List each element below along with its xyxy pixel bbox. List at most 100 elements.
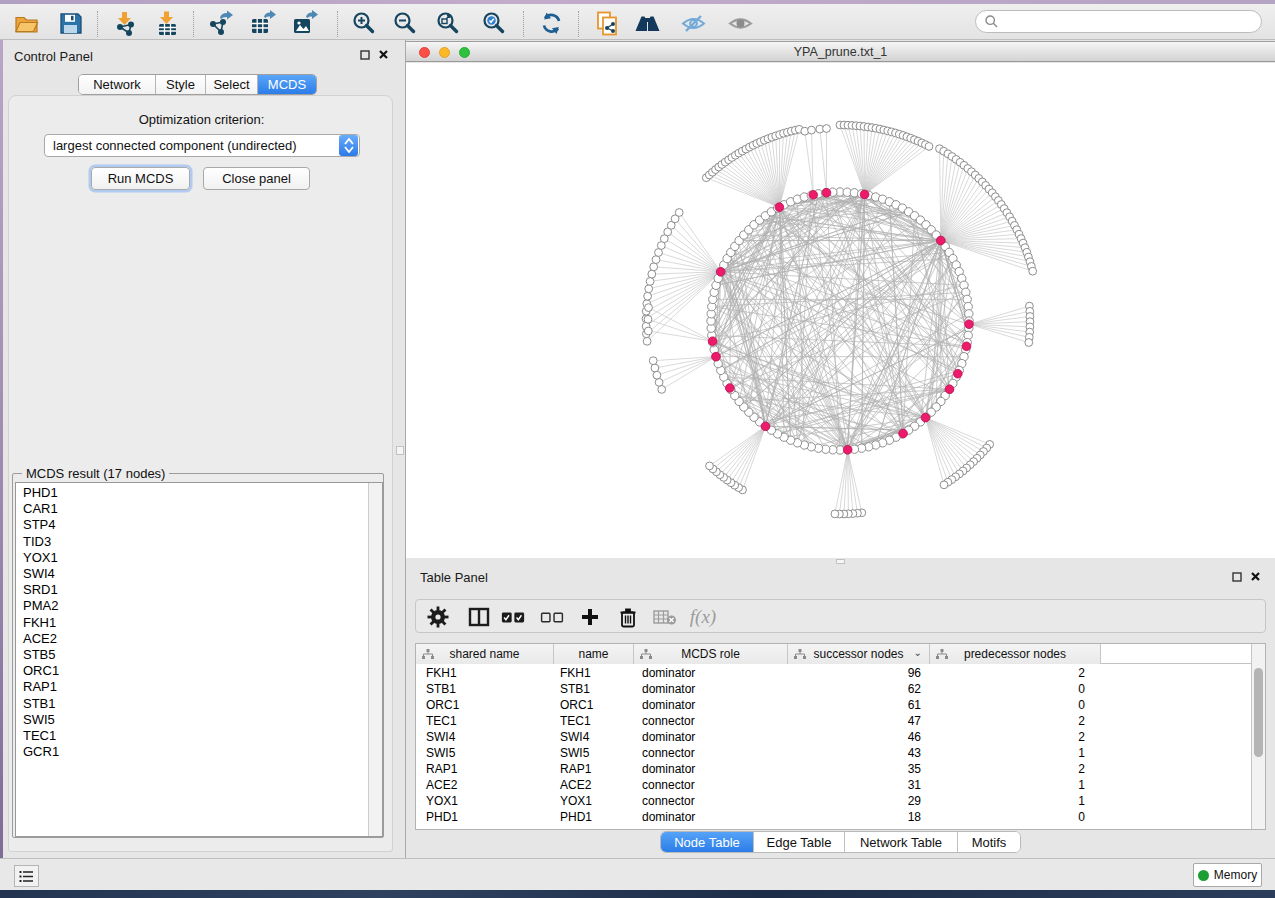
optimization-criterion-select[interactable]: largest connected component (undirected) (44, 134, 360, 157)
table-cell: ORC1 (416, 698, 554, 712)
mcds-result-item[interactable]: STB5 (16, 647, 382, 663)
column-header-MCDS-role[interactable]: MCDS role (634, 644, 788, 664)
network-window-title: YPA_prune.txt_1 (406, 45, 1275, 59)
network-graph (406, 63, 1275, 558)
column-header-name[interactable]: name (554, 644, 634, 664)
split-panel-icon[interactable] (467, 605, 491, 629)
mcds-result-item[interactable]: SWI4 (16, 566, 382, 582)
tab-mcds[interactable]: MCDS (258, 75, 316, 94)
memory-status-dot (1198, 870, 1209, 881)
table-cell: 46 (788, 730, 930, 744)
toolbar-separator (578, 11, 579, 37)
horizontal-splitter-handle[interactable] (836, 559, 845, 564)
tab-style[interactable]: Style (156, 75, 206, 94)
mcds-result-item[interactable]: TID3 (16, 534, 382, 550)
mcds-result-item[interactable]: ACE2 (16, 631, 382, 647)
mcds-result-item[interactable]: ORC1 (16, 663, 382, 679)
table-row[interactable]: TEC1TEC1connector472 (416, 713, 1252, 729)
tab-network[interactable]: Network (79, 75, 156, 94)
mcds-result-item[interactable]: STB1 (16, 696, 382, 712)
table-row[interactable]: PHD1PHD1dominator180 (416, 809, 1252, 825)
close-panel-icon[interactable] (1250, 571, 1261, 582)
export-table-icon[interactable] (249, 10, 276, 37)
mcds-result-item[interactable]: SWI5 (16, 712, 382, 728)
mcds-result-item[interactable]: SRD1 (16, 582, 382, 598)
mcds-result-item[interactable]: GCR1 (16, 744, 382, 760)
table-cell: dominator (634, 730, 788, 744)
mcds-list-scrollbar[interactable] (368, 483, 382, 836)
table-scrollbar[interactable] (1251, 644, 1265, 829)
float-panel-icon[interactable] (1232, 572, 1242, 582)
table-row[interactable]: FKH1FKH1dominator962 (416, 665, 1252, 681)
toolbar-separator (193, 11, 194, 37)
zoom-in-icon[interactable] (350, 10, 377, 37)
table-row[interactable]: YOX1YOX1connector291 (416, 793, 1252, 809)
column-header-successor-nodes[interactable]: successor nodes⌄ (788, 644, 930, 664)
mcds-result-list[interactable]: PHD1CAR1STP4TID3YOX1SWI4SRD1PMA2FKH1ACE2… (15, 482, 383, 837)
mcds-result-item[interactable]: PMA2 (16, 598, 382, 614)
table-row[interactable]: ORC1ORC1dominator610 (416, 697, 1252, 713)
tab-edge-table[interactable]: Edge Table (754, 832, 845, 852)
search-input[interactable] (975, 10, 1262, 33)
mcds-result-item[interactable]: YOX1 (16, 550, 382, 566)
table-settings-icon[interactable] (426, 605, 450, 629)
status-bar: Memory (0, 858, 1275, 890)
zoom-fit-icon[interactable] (434, 10, 461, 37)
float-panel-icon[interactable] (360, 50, 370, 60)
delete-table-icon[interactable] (653, 605, 677, 629)
table-row[interactable]: SWI5SWI5connector431 (416, 745, 1252, 761)
close-panel-button[interactable]: Close panel (203, 167, 310, 190)
tab-network-table[interactable]: Network Table (845, 832, 958, 852)
mcds-result-item[interactable]: RAP1 (16, 679, 382, 695)
table-cell: 47 (788, 714, 930, 728)
vertical-splitter-handle[interactable] (396, 446, 404, 455)
run-mcds-button[interactable]: Run MCDS (91, 167, 190, 190)
desktop-bottom-strip (0, 890, 1275, 898)
network-view[interactable] (406, 63, 1275, 558)
mcds-result-item[interactable]: FKH1 (16, 615, 382, 631)
table-toolbar: f(x) (415, 599, 1266, 633)
column-header-shared-name[interactable]: shared name (416, 644, 554, 664)
delete-column-icon[interactable] (616, 605, 640, 629)
toolbar-separator (337, 11, 338, 37)
table-row[interactable]: RAP1RAP1dominator352 (416, 761, 1252, 777)
table-row[interactable]: ACE2ACE2connector311 (416, 777, 1252, 793)
mcds-result-item[interactable]: PHD1 (16, 485, 382, 501)
table-row[interactable]: STB1STB1dominator620 (416, 681, 1252, 697)
export-network-icon[interactable] (207, 10, 234, 37)
deselect-all-icon[interactable] (540, 605, 564, 629)
mcds-result-item[interactable]: STP4 (16, 517, 382, 533)
table-cell: ORC1 (554, 698, 634, 712)
binoculars-icon[interactable] (634, 10, 661, 37)
hide-graphics-icon[interactable] (680, 10, 707, 37)
zoom-selected-icon[interactable] (480, 10, 507, 37)
table-cell: connector (634, 794, 788, 808)
mcds-result-item[interactable]: TEC1 (16, 728, 382, 744)
zoom-out-icon[interactable] (391, 10, 418, 37)
export-image-icon[interactable] (291, 10, 318, 37)
import-network-icon[interactable] (112, 10, 139, 37)
table-cell: dominator (634, 762, 788, 776)
show-graphics-icon[interactable] (727, 10, 754, 37)
tab-motifs[interactable]: Motifs (958, 832, 1020, 852)
memory-button[interactable]: Memory (1193, 863, 1262, 887)
column-header-predecessor-nodes[interactable]: predecessor nodes (930, 644, 1101, 664)
mcds-result-group: MCDS result (17 nodes) PHD1CAR1STP4TID3Y… (12, 473, 384, 838)
close-panel-icon[interactable] (378, 49, 389, 60)
save-icon[interactable] (57, 10, 84, 37)
share-document-icon[interactable] (594, 10, 621, 37)
toolbar-separator (97, 11, 98, 37)
select-all-icon[interactable] (501, 605, 525, 629)
panel-menu-button[interactable] (14, 865, 39, 887)
memory-label: Memory (1214, 868, 1257, 882)
table-row[interactable]: SWI4SWI4dominator462 (416, 729, 1252, 745)
table-cell: SWI4 (554, 730, 634, 744)
add-column-icon[interactable] (578, 605, 602, 629)
import-table-icon[interactable] (154, 10, 181, 37)
open-folder-icon[interactable] (13, 10, 40, 37)
tab-select[interactable]: Select (206, 75, 258, 94)
refresh-icon[interactable] (538, 10, 565, 37)
mcds-result-item[interactable]: CAR1 (16, 501, 382, 517)
table-scrollbar-thumb[interactable] (1254, 668, 1263, 757)
tab-node-table[interactable]: Node Table (661, 832, 754, 852)
